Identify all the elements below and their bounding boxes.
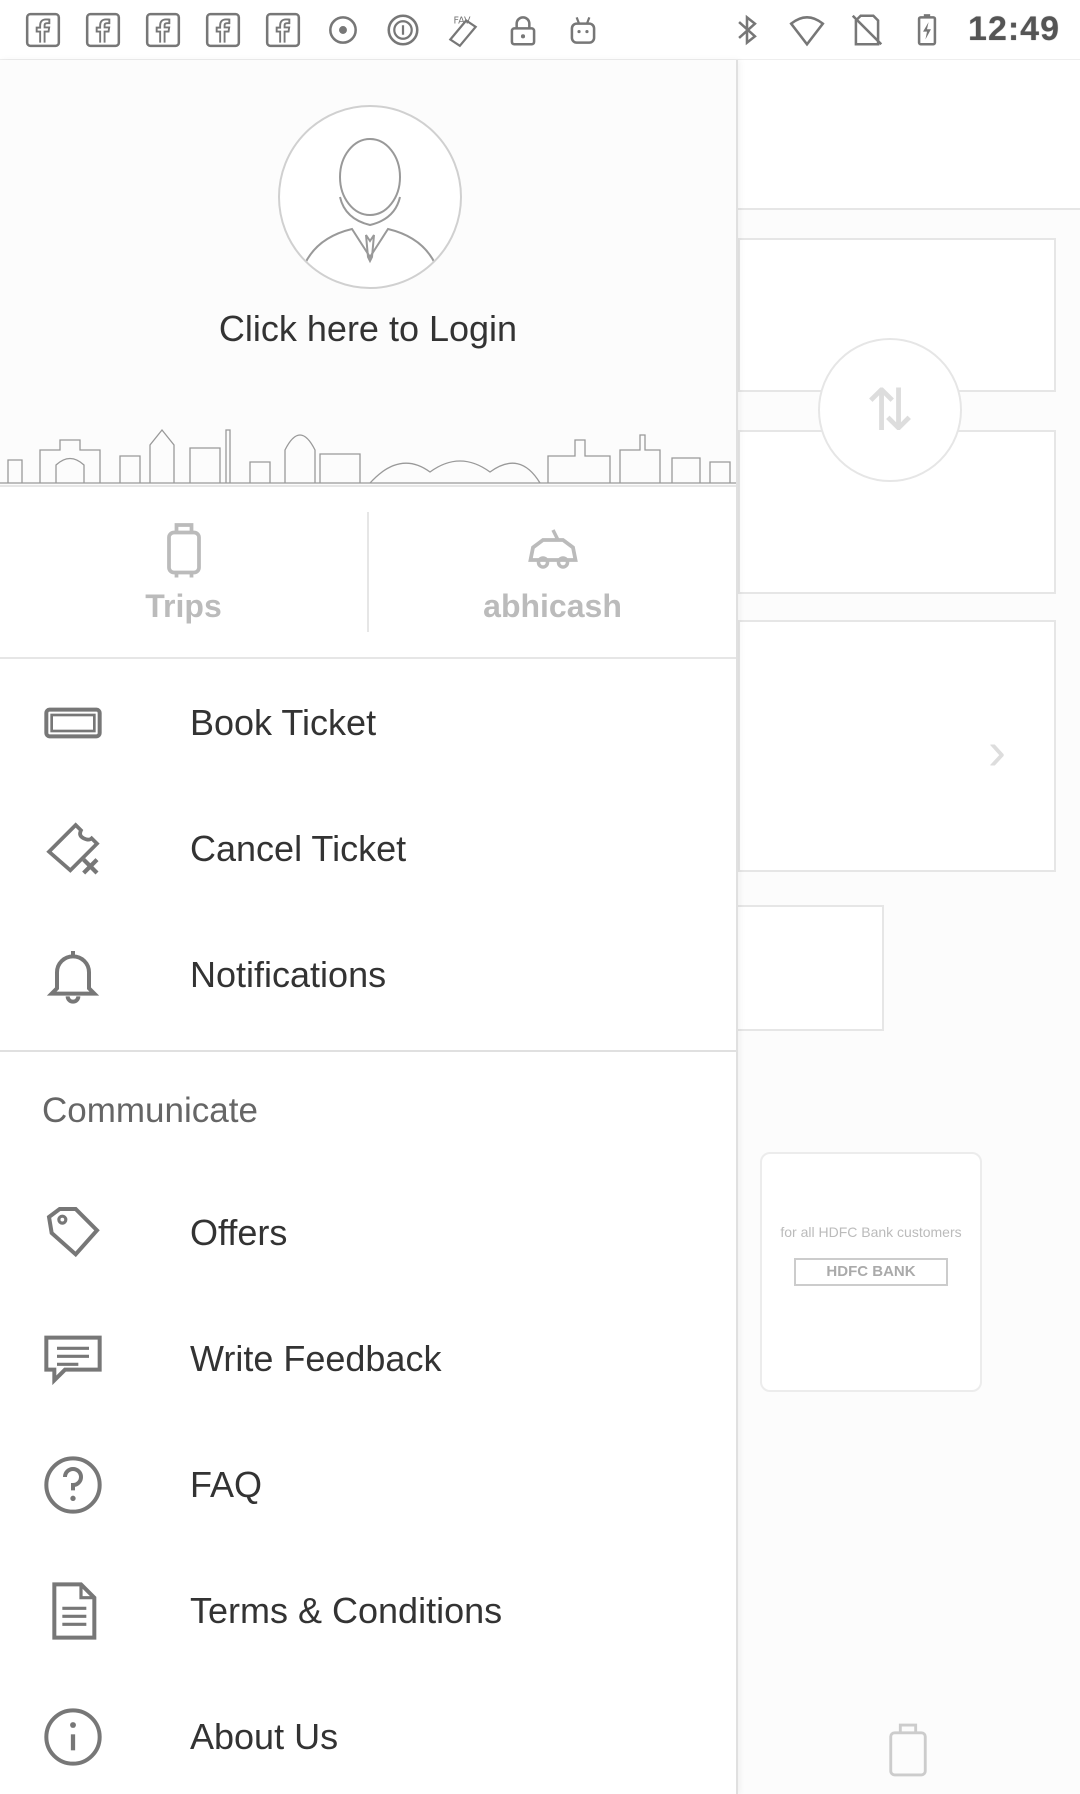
menu-item-label: About Us (190, 1716, 339, 1757)
city-skyline-illustration (0, 428, 736, 484)
menu-item-label: FAQ (190, 1464, 263, 1505)
drawer-menu: Book Ticket Cancel Ticket Notifications … (0, 660, 736, 1794)
luggage-icon (166, 522, 201, 577)
menu-item-notifications[interactable]: Notifications (0, 912, 736, 1038)
question-icon (33, 1445, 113, 1525)
bottom-tab-trips: trips (878, 1720, 938, 1794)
menu-item-book-ticket[interactable]: Book Ticket (0, 660, 736, 786)
menu-item-about-us[interactable]: About Us (0, 1674, 736, 1794)
record-icon (324, 11, 362, 49)
quick-actions: Trips abhicash (0, 487, 736, 659)
promo-text: for all HDFC Bank customers (780, 1224, 962, 1240)
svg-text:FAV: FAV (454, 15, 471, 26)
facebook-icon (204, 11, 242, 49)
menu-item-offers[interactable]: Offers (0, 1170, 736, 1296)
wifi-icon (788, 11, 826, 49)
bank-logo: HDFC BANK (794, 1258, 948, 1286)
facebook-icon (264, 11, 302, 49)
menu-item-label: Book Ticket (190, 702, 377, 743)
screen: FAV 12:49 ⇅ › for all HDFC Bank customer… (0, 0, 1080, 1794)
battery-charging-icon (908, 11, 946, 49)
quick-action-abhicash[interactable]: abhicash (369, 487, 736, 657)
swap-icon: ⇅ (818, 338, 962, 482)
data-saver-icon (384, 11, 422, 49)
menu-item-label: Write Feedback (190, 1338, 442, 1379)
menu-item-cancel-ticket[interactable]: Cancel Ticket (0, 786, 736, 912)
status-bar: FAV 12:49 (0, 0, 1080, 60)
bell-icon (33, 935, 113, 1015)
cancel-ticket-icon (33, 809, 113, 889)
background-app: ⇅ › for all HDFC Bank customers HDFC BAN… (728, 60, 1080, 1794)
navigation-drawer: Click here to Login Trips abhicash Book … (0, 60, 738, 1794)
user-avatar-icon (299, 138, 441, 278)
menu-item-label: Notifications (190, 954, 387, 995)
status-bar-notifications: FAV (24, 11, 602, 49)
background-search-button (728, 905, 884, 1031)
luggage-icon (889, 1723, 927, 1777)
menu-item-terms-conditions[interactable]: Terms & Conditions (0, 1548, 736, 1674)
quick-action-abhicash-label: abhicash (483, 587, 622, 624)
status-bar-clock: 12:49 (968, 10, 1060, 48)
facebook-icon (84, 11, 122, 49)
menu-item-label: Terms & Conditions (190, 1590, 503, 1631)
app-icon: FAV (444, 11, 482, 49)
wallet-car-icon (527, 528, 578, 569)
chevron-right-icon: › (988, 721, 1006, 781)
quick-action-trips[interactable]: Trips (0, 487, 367, 657)
drawer-header[interactable]: Click here to Login (0, 60, 736, 487)
lock-icon (504, 11, 542, 49)
section-title-communicate: Communicate (42, 1091, 258, 1130)
background-toolbar (738, 60, 1080, 210)
menu-item-faq[interactable]: FAQ (0, 1422, 736, 1548)
promo-card: for all HDFC Bank customers HDFC BANK (760, 1152, 982, 1392)
menu-item-label: Cancel Ticket (190, 828, 407, 869)
bottom-tab-trips-label: trips (878, 1790, 938, 1794)
feedback-icon (33, 1319, 113, 1399)
info-icon (33, 1697, 113, 1777)
avatar[interactable] (278, 105, 462, 289)
no-sim-icon (848, 11, 886, 49)
document-icon (33, 1571, 113, 1651)
login-link[interactable]: Click here to Login (0, 308, 736, 350)
android-icon (564, 11, 602, 49)
menu-item-write-feedback[interactable]: Write Feedback (0, 1296, 736, 1422)
facebook-icon (144, 11, 182, 49)
facebook-icon (24, 11, 62, 49)
ticket-icon (33, 683, 113, 763)
bluetooth-icon (728, 11, 766, 49)
status-bar-system: 12:49 (728, 10, 1060, 49)
background-date-card (738, 620, 1056, 872)
tag-icon (33, 1193, 113, 1273)
quick-action-trips-label: Trips (145, 587, 222, 624)
menu-item-label: Offers (190, 1212, 288, 1253)
